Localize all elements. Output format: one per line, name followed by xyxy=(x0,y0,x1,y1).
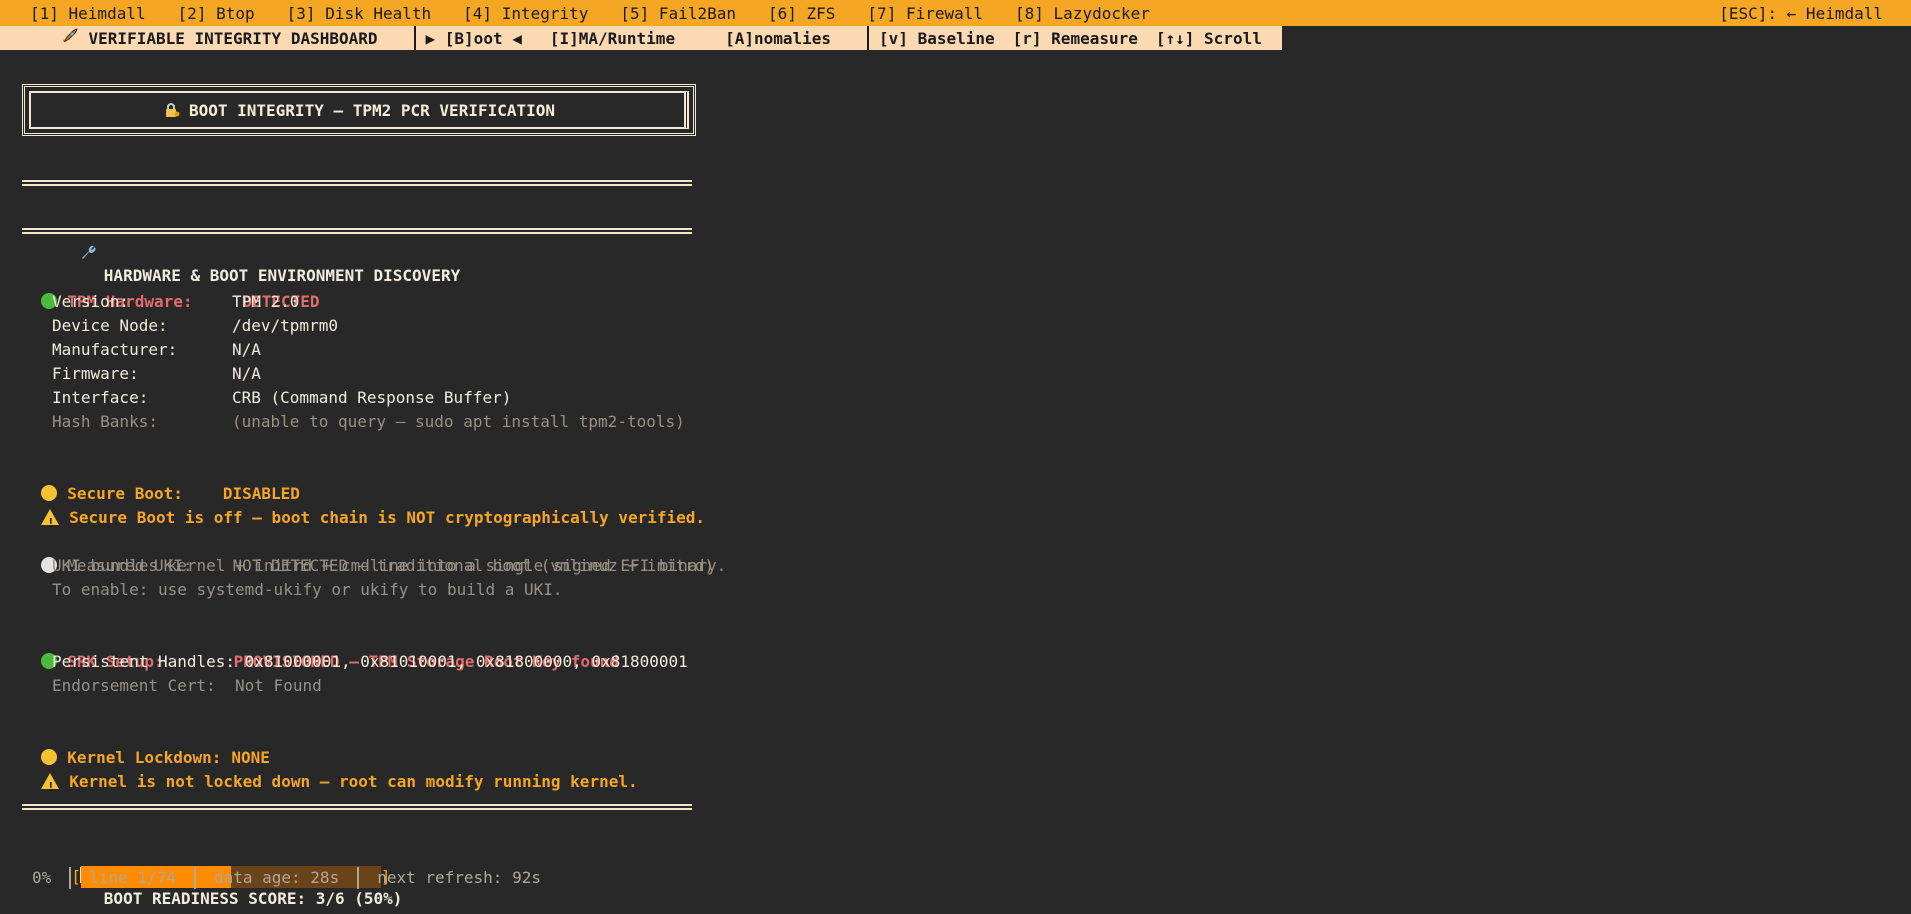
tpm-device-row: Device Node: /dev/tpmrm0 xyxy=(52,314,338,338)
tpm-row-value: N/A xyxy=(232,340,261,359)
secure-boot-warning: Secure Boot is off — boot chain is NOT c… xyxy=(22,482,705,535)
score-progress-bar: [] xyxy=(52,844,391,888)
dashboard-title: VERIFIABLE INTEGRITY DASHBOARD xyxy=(88,28,378,48)
tpm-hardware-row: TPM Hardware: DETECTED xyxy=(22,266,320,311)
score-text: BOOT READINESS SCORE: 3/6 (50%) xyxy=(103,889,403,908)
secure-boot-warning-text: Secure Boot is off — boot chain is NOT c… xyxy=(69,508,706,527)
tpm-hash-label: Hash Banks: xyxy=(52,412,158,431)
tpm-firmware-row: Firmware: N/A xyxy=(52,362,261,386)
tpm-row-key: Version: xyxy=(52,292,130,311)
tpm-row-key: Device Node: xyxy=(52,316,168,335)
status-separator xyxy=(193,867,196,889)
tpm-row-value: TPM 2.0 xyxy=(232,292,300,311)
title-box-label: BOOT INTEGRITY — TPM2 PCR VERIFICATION xyxy=(25,101,693,123)
boot-readiness-score: BOOT READINESS SCORE: 3/6 (50%) xyxy=(22,818,402,908)
tpm-row-value: /dev/tpmrm0 xyxy=(232,316,338,335)
tab-integrity[interactable]: [4] Integrity xyxy=(463,4,588,23)
section-rule-bottom xyxy=(22,228,692,234)
tpm-interface-row: Interface: CRB (Command Response Buffer) xyxy=(52,386,511,410)
srk-row: SRK Setup: PROVISIONED — TPM Storage Root… xyxy=(22,626,619,671)
status-separator xyxy=(69,867,72,889)
lockdown-warning-text: Kernel is not locked down — root can mod… xyxy=(69,772,638,791)
tab-firewall[interactable]: [7] Firewall xyxy=(867,4,983,23)
tab-ima-runtime[interactable]: [I]MA/Runtime xyxy=(550,29,675,48)
tpm-row-key: Manufacturer: xyxy=(52,340,178,359)
title-box: BOOT INTEGRITY — TPM2 PCR VERIFICATION xyxy=(22,84,696,136)
tpm-version-row: Version: TPM 2.0 xyxy=(52,290,299,314)
status-line: 0% line 1/74 data age: 28s next refresh:… xyxy=(32,866,541,890)
tab-boot[interactable]: ▶ [B]oot ◀ xyxy=(426,29,522,48)
tab-lazydocker[interactable]: [8] Lazydocker xyxy=(1015,4,1150,23)
tab-anomalies[interactable]: [A]nomalies xyxy=(725,29,831,48)
warning-icon xyxy=(41,509,60,535)
tab-fail2ban[interactable]: [5] Fail2Ban xyxy=(620,4,736,23)
scroll-hint: [↑↓] Scroll xyxy=(1155,28,1262,48)
score-rule xyxy=(22,804,692,810)
integrity-subbar: VERIFIABLE INTEGRITY DASHBOARD ▶ [B]oot … xyxy=(0,26,1282,50)
lock-key-icon xyxy=(163,101,181,123)
section-header: HARDWARE & BOOT ENVIRONMENT DISCOVERY xyxy=(22,195,460,285)
rocket-icon xyxy=(22,8,79,68)
esc-back-button[interactable]: [ESC]: ← Heimdall xyxy=(1719,4,1883,23)
subbar-divider xyxy=(867,26,870,50)
line-counter: line 1/74 xyxy=(89,868,176,887)
srk-handles: Persistent Handles: 0x81000001, 0x810100… xyxy=(52,652,688,671)
srk-endorsement: Endorsement Cert: Not Found xyxy=(52,676,322,695)
warning-icon xyxy=(41,773,60,799)
title-box-text: BOOT INTEGRITY — TPM2 PCR VERIFICATION xyxy=(188,101,556,120)
tab-btop[interactable]: [2] Btop xyxy=(178,4,255,23)
tpm-manufacturer-row: Manufacturer: N/A xyxy=(52,338,261,362)
tpm-row-value: CRB (Command Response Buffer) xyxy=(232,388,512,407)
remeasure-action[interactable]: [r] Remeasure xyxy=(1013,29,1138,48)
subbar-divider xyxy=(413,26,416,50)
tab-disk-health[interactable]: [3] Disk Health xyxy=(287,4,432,23)
kernel-lockdown-warning: Kernel is not locked down — root can mod… xyxy=(22,746,638,799)
tpm-row-key: Firmware: xyxy=(52,364,139,383)
tpm-row-key: Interface: xyxy=(52,388,149,407)
top-tab-bar: [1] Heimdall [2] Btop [3] Disk Health [4… xyxy=(0,0,1911,26)
scroll-percent: 0% xyxy=(32,868,52,887)
uki-info-1: UKI bundles kernel + initrd + cmdline in… xyxy=(52,556,727,575)
tpm-row-value: N/A xyxy=(232,364,261,383)
tpm-hash-value: (unable to query — sudo apt install tpm2… xyxy=(232,412,685,431)
uki-info-2: To enable: use systemd-ukify or ukify to… xyxy=(52,580,563,599)
section-rule-top xyxy=(22,180,692,186)
status-separator xyxy=(357,867,360,889)
uki-row: Measured UKI: NOT DETECTED — traditional … xyxy=(22,530,714,575)
next-refresh: next refresh: 92s xyxy=(377,868,541,887)
tab-zfs[interactable]: [6] ZFS xyxy=(768,4,835,23)
kernel-lockdown-row: Kernel Lockdown: NONE xyxy=(22,722,270,767)
secure-boot-row: Secure Boot: DISABLED xyxy=(22,458,300,503)
tpm-hash-banks-row: Hash Banks: (unable to query — sudo apt i… xyxy=(52,410,685,434)
data-age: data age: 28s xyxy=(213,868,340,887)
baseline-action[interactable]: [v] Baseline xyxy=(879,29,995,48)
